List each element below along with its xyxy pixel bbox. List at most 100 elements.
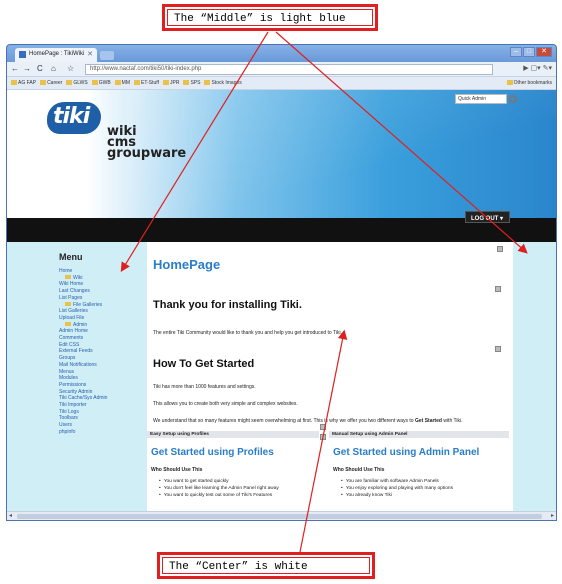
profiles-box-header: Easy Setup using Profiles [147,431,319,438]
sidebar-item[interactable]: phpinfo [59,429,107,436]
center-callout-text: The “Center” is white [162,557,370,574]
list-item: You want to get started quickly [159,478,279,485]
sidebar-item[interactable]: Last Changes [59,288,107,295]
bookmark-item[interactable]: JPR [163,80,179,86]
bookmark-item[interactable]: Stock Images [204,80,242,86]
scroll-left-icon[interactable]: ◂ [9,512,12,519]
how-heading: How To Get Started [153,358,255,370]
print-icon[interactable] [497,246,503,252]
sidebar-item[interactable]: Groups [59,355,107,362]
admin-who: Who Should Use This [333,467,385,473]
tiki-logo-text: wiki cms groupware [107,124,187,161]
sidebar-item[interactable]: List Galleries [59,308,107,315]
address-bar[interactable]: http://www.nactaf.com/tiki50/tiki-index.… [85,64,493,75]
bookmark-item[interactable]: GLWS [66,80,88,86]
list-item: You enjoy exploring and playing with man… [341,485,453,492]
bookmark-item[interactable]: Career [40,80,62,86]
reload-icon[interactable]: C [37,64,43,73]
center-column: HomePage Thank you for installing Tiki. … [147,242,513,511]
folder-icon [91,80,98,86]
bookmarks-bar: AG FAP Career GLWS GWB MM ET-Stuff JPR S… [7,77,556,90]
close-window-icon[interactable]: ✕ [536,47,552,57]
other-bookmarks[interactable]: Other bookmarks [506,80,552,86]
bookmark-item[interactable]: ET-Stuff [134,80,159,86]
sidebar-item[interactable]: Home [59,268,107,275]
sidebar-item[interactable]: Admin Home [59,328,107,335]
sidebar-item[interactable]: Admin [59,322,107,329]
admin-title[interactable]: Get Started using Admin Panel [333,447,479,458]
admin-box-header: Manual Setup using Admin Panel [329,431,509,438]
browser-tab[interactable]: HomePage : TikiWiki ✕ [15,48,97,62]
intro-line-1: Tiki has more than 1000 features and set… [153,384,256,390]
sidebar-item[interactable]: Wiki [59,275,107,282]
close-tab-icon[interactable]: ✕ [87,50,93,58]
page-viewport: tiki wiki cms groupware Quick Admin LOG … [7,90,556,511]
tab-title: HomePage : TikiWiki [29,51,85,57]
browser-toolbar: ← → C ⌂ ☆ http://www.nactaf.com/tiki50/t… [7,62,556,77]
sidebar-item[interactable]: Permissions [59,382,107,389]
intro-line-3: We understand that so many features migh… [153,418,463,424]
browser-titlebar: HomePage : TikiWiki ✕ – □ ✕ [7,45,556,62]
new-tab-button[interactable] [100,51,114,60]
sidebar-item[interactable]: Edit CSS [59,342,107,349]
maximize-icon[interactable]: □ [523,47,535,57]
center-callout: The “Center” is white [157,552,375,579]
scroll-right-icon[interactable]: ▸ [551,512,554,519]
middle-callout: The “Middle” is light blue [162,4,378,31]
bookmark-item[interactable]: SPS [183,80,200,86]
menu-icons[interactable]: ▶ ▢▾ ✎▾ [523,64,552,72]
sidebar-item[interactable]: External Feeds [59,348,107,355]
sidebar-item[interactable]: List Pages [59,295,107,302]
folder-icon [183,80,190,86]
list-item: You want to quickly test out some of Tik… [159,492,279,499]
home-icon[interactable]: ⌂ [51,64,56,73]
profiles-title[interactable]: Get Started using Profiles [151,447,274,458]
edit-icon[interactable] [320,434,326,440]
quick-admin-dropdown[interactable]: Quick Admin [455,94,507,104]
minimize-icon[interactable]: – [510,47,522,57]
edit-icon[interactable] [495,286,501,292]
edit-icon[interactable] [495,346,501,352]
left-sidebar: Menu Home Wiki Wiki Home Last Changes List P… [7,242,147,511]
sidebar-item[interactable]: Toolbars [59,415,107,422]
horizontal-scrollbar[interactable]: ◂ ▸ [7,511,556,520]
bookmark-item[interactable]: MM [114,80,130,86]
sidebar-item[interactable]: Wiki Home [59,281,107,288]
sidebar-item[interactable]: Menus [59,369,107,376]
list-item: You don't feel like learning the Admin P… [159,485,279,492]
sidebar-item[interactable]: Tiki Logs [59,409,107,416]
sidebar-item[interactable]: Modules [59,375,107,382]
list-item: You already know Tiki [341,492,453,499]
star-icon[interactable]: ☆ [67,64,74,73]
folder-icon [163,80,169,86]
right-sidebar [513,242,556,511]
window-controls: – □ ✕ [510,47,552,57]
browser-window: HomePage : TikiWiki ✕ – □ ✕ ← → C ⌂ ☆ ht… [6,44,557,521]
edit-icon[interactable] [320,424,326,430]
sidebar-item[interactable]: Mail Notifications [59,362,107,369]
logout-button[interactable]: LOG OUT ▾ [465,211,510,223]
sidebar-item[interactable]: Tiki Cache/Sys Admin [59,395,107,402]
sidebar-item[interactable]: Tiki Importer [59,402,107,409]
profiles-bullets: You want to get started quickly You don'… [159,478,279,499]
sidebar-item[interactable]: Security Admin [59,389,107,396]
menu-title: Menu [59,252,83,262]
favicon-icon [19,51,26,58]
admin-bullets: You are familiar with software Admin Pan… [341,478,453,499]
thanks-heading: Thank you for installing Tiki. [153,299,302,311]
scrollbar-thumb[interactable] [17,514,542,519]
intro-line-2: This allows you to create both very simp… [153,401,298,407]
sidebar-item[interactable]: Users [59,422,107,429]
sidebar-item[interactable]: Comments [59,335,107,342]
back-icon[interactable]: ← [11,64,19,73]
bookmark-item[interactable]: GWB [91,80,111,86]
folder-icon [66,80,73,86]
sidebar-item[interactable]: File Galleries [59,302,107,309]
gear-icon[interactable] [509,95,517,103]
bookmark-item[interactable]: AG FAP [11,80,36,86]
menu-list: Home Wiki Wiki Home Last Changes List Pages F… [59,268,107,436]
sidebar-item[interactable]: Upload File [59,315,107,322]
folder-icon [204,80,211,86]
folder-icon [11,80,17,86]
forward-icon[interactable]: → [23,64,31,73]
